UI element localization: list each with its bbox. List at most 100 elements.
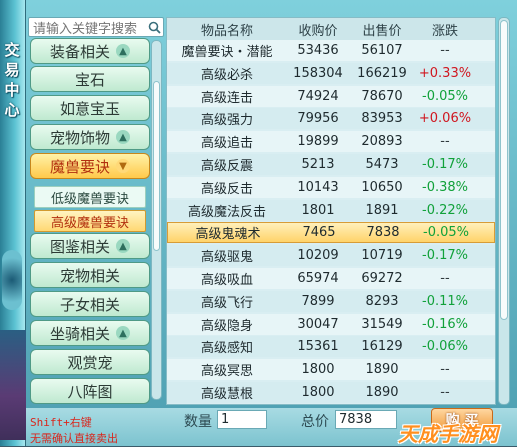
category-item[interactable]: 装备相关 ▲ [30,38,150,64]
category-item[interactable]: 子女相关 [30,291,150,317]
buy-price: 53436 [297,43,339,58]
search-input[interactable] [29,20,147,39]
buy-price: 65974 [297,271,339,286]
ornament-decoration [2,250,22,310]
category-label: 魔兽要诀 [49,157,110,176]
shortcut-hint: Shift+右键 [30,416,92,429]
price-change: -0.22% [422,202,468,218]
category-label: 装备相关 [49,42,110,61]
ornament-decoration [0,330,26,440]
table-header: 物品名称 收购价 出售价 涨跌 [167,18,495,40]
table-row[interactable]: 高级冥思 1800 1890 -- [167,359,495,381]
search-button[interactable] [145,18,163,36]
buy-price: 158304 [293,65,343,81]
table-row[interactable]: 高级反震 5213 5473 -0.17% [167,154,495,175]
sell-price: 1890 [365,362,399,378]
category-label: 图鉴相关 [49,237,110,256]
total-price-field: 7838 [335,410,397,429]
price-change: -0.11% [422,293,468,309]
sell-price: 78670 [361,88,403,104]
sell-price: 8293 [365,293,399,309]
buy-price: 1800 [301,362,335,378]
buy-price: 15361 [297,339,339,355]
category-label: 宠物饰物 [49,128,110,147]
price-change: +0.06% [418,111,472,127]
sell-price: 20893 [361,134,403,150]
table-row[interactable]: 高级追击 19899 20893 -- [167,131,495,153]
sell-price: 69272 [361,271,403,286]
table-row[interactable]: 高级吸血 65974 69272 -- [167,268,495,289]
item-name: 高级驱鬼 [200,250,253,266]
sell-price: 7838 [366,225,400,241]
buy-price: 5213 [301,157,335,172]
buy-price: 74924 [297,88,339,104]
search-box [28,17,164,39]
table-row[interactable]: 高级感知 15361 16129 -0.06% [167,336,495,358]
item-name: 高级飞行 [200,295,253,311]
buy-price: 30047 [297,316,339,332]
category-item[interactable]: 宠物饰物 ▲ [30,124,150,150]
category-label: 观赏宠 [67,353,113,372]
quantity-label: 数量 [184,414,212,430]
item-name: 高级感知 [200,341,253,357]
quantity-input[interactable]: 1 [217,410,267,429]
header-change: 涨跌 [431,23,458,39]
price-change: -0.16% [422,316,468,332]
table-row[interactable]: 高级鬼魂术 7465 7838 -0.05% [167,222,495,244]
chevron-down-icon: ▼ [116,159,130,173]
price-change: -0.05% [423,225,469,241]
price-change: -- [440,43,450,58]
buy-price: 19899 [297,134,339,150]
category-list: 装备相关 ▲ 宝石 如意宝玉 宠物饰物 ▲ 魔兽要诀 ▼ 图鉴相关 ▲ 宠物相关 子女相关 坐骑相关 ▲ 观… [28,38,164,410]
search-icon [148,21,161,34]
item-name: 高级强力 [200,113,253,129]
sell-price: 1890 [365,385,399,400]
category-item[interactable]: 观赏宠 [30,349,150,375]
table-row[interactable]: 高级强力 79956 83953 +0.06% [167,108,495,130]
category-label: 子女相关 [59,295,120,314]
total-price-label: 总价 [301,414,329,430]
buy-price: 10143 [297,179,339,195]
item-name: 高级鬼魂术 [195,227,261,243]
category-scrollbar[interactable] [151,40,162,400]
table-row[interactable]: 高级反击 10143 10650 -0.38% [167,176,495,198]
category-item[interactable]: 宠物相关 [30,262,150,288]
table-row[interactable]: 高级魔法反击 1801 1891 -0.22% [167,199,495,221]
item-name: 高级必杀 [200,67,253,83]
chevron-up-icon: ▲ [116,326,130,340]
buy-price: 1801 [301,202,335,218]
table-row[interactable]: 高级必杀 158304 166219 +0.33% [167,62,495,84]
item-name: 高级反击 [200,181,253,197]
item-name: 高级反震 [200,159,253,174]
table-scrollbar[interactable] [498,17,510,405]
category-item[interactable]: 坐骑相关 ▲ [30,320,150,346]
item-name: 高级连击 [200,90,253,106]
subcategory-item[interactable]: 低级魔兽要诀 [34,186,146,208]
item-name: 魔兽要诀・潜能 [181,45,273,60]
table-row[interactable]: 高级驱鬼 10209 10719 -0.17% [167,245,495,267]
category-label: 宠物相关 [59,266,120,285]
table-scrollbar-thumb[interactable] [500,20,508,320]
category-item[interactable]: 宝石 [30,66,150,92]
table-row[interactable]: 高级飞行 7899 8293 -0.11% [167,290,495,312]
category-item[interactable]: 魔兽要诀 ▼ [30,153,150,179]
header-buy-price: 收购价 [298,23,338,39]
subcategory-item[interactable]: 高级魔兽要诀 [34,210,146,232]
table-row[interactable]: 魔兽要诀・潜能 53436 56107 -- [167,40,495,61]
side-title-strip: 交易中心 [0,0,26,446]
table-row[interactable]: 高级隐身 30047 31549 -0.16% [167,313,495,335]
sell-price: 16129 [361,339,403,355]
watermark-logo: 天成手游网 [398,422,498,446]
category-item[interactable]: 八阵图 [30,378,150,404]
item-name: 高级慧根 [200,387,253,402]
table-row[interactable]: 高级慧根 1800 1890 -- [167,382,495,403]
category-item[interactable]: 如意宝玉 [30,95,150,121]
table-row[interactable]: 高级连击 74924 78670 -0.05% [167,85,495,107]
sell-price: 10650 [361,179,403,195]
price-change: -0.17% [422,157,468,172]
buy-price: 1800 [301,385,335,400]
category-label: 宝石 [74,70,105,89]
category-item[interactable]: 图鉴相关 ▲ [30,233,150,259]
category-scrollbar-thumb[interactable] [153,81,160,251]
price-change: -- [440,385,450,400]
